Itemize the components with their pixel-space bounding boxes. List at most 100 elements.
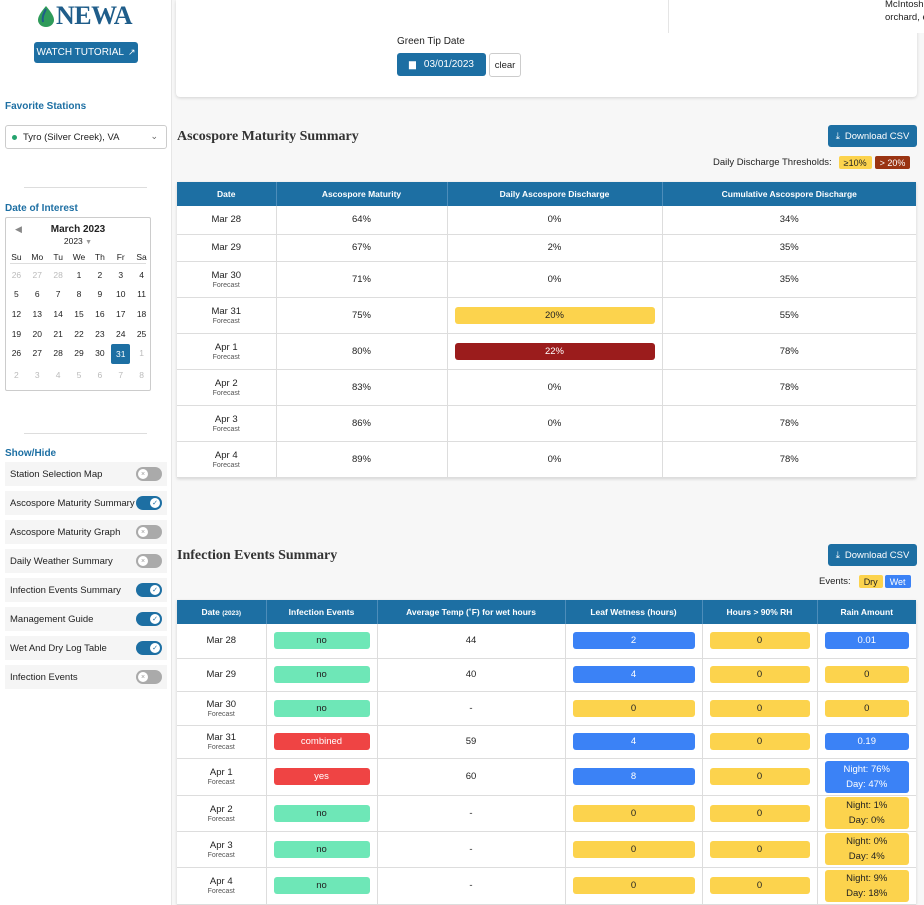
calendar-day[interactable]: 17 [110,304,131,324]
calendar-day[interactable]: 14 [48,304,69,324]
rh-hours-badge: 0 [709,840,810,858]
calendar-day[interactable]: 25 [131,324,152,344]
calendar-day[interactable]: 3 [110,265,131,285]
toggle-switch[interactable]: × [136,467,162,481]
x-icon: × [138,672,148,682]
calendar-prev-icon[interactable]: ◀ [15,224,22,235]
download-csv-button[interactable]: ⤓ Download CSV [828,125,917,147]
table-row: Apr 3 Forecast 86% 0% 78% [177,405,916,442]
cumulative-value: 34% [779,214,799,226]
leaf-wetness-badge: 0 [572,840,695,858]
forecast-label: Forecast [212,317,240,325]
calendar-day[interactable]: 28 [48,343,69,363]
calendar-day[interactable]: 9 [89,285,110,305]
calendar-day[interactable]: 20 [27,324,48,344]
newa-logo[interactable]: NEWA [36,1,133,30]
maturity-value: 80% [351,345,371,357]
calendar-day[interactable]: 27 [27,343,48,363]
calendar-day[interactable]: 23 [89,324,110,344]
calendar-day[interactable]: 2 [89,265,110,285]
toggle-switch[interactable]: ✓ [136,612,162,626]
avg-temp-value: - [469,807,473,819]
daily-discharge-badge: 22% [454,342,655,360]
col-rain-amount: Rain Amount [817,600,916,624]
rh-hours-badge: 0 [709,733,810,750]
calendar-day[interactable]: 13 [27,304,48,324]
toggle-row: Management Guide ✓ [5,607,167,631]
rain-probability-badge: Night: 1% Day: 0% [824,797,909,829]
rh-hours-badge: 0 [709,877,810,894]
calendar-day[interactable]: 4 [131,265,152,285]
row-date: Apr 3 [214,413,238,425]
forecast-label: Forecast [207,710,235,718]
date-calendar[interactable]: ◀ March 2023 2023 ▼ Su Mo Tu We Th Fr Sa 26 27 28… [5,217,151,391]
toggle-switch[interactable]: ✓ [136,641,162,655]
col-daily-discharge: Daily Ascospore Discharge [447,182,663,206]
table-row: Mar 28 64% 0% 34% [177,206,916,235]
infection-event-badge: yes [273,768,370,785]
calendar-day[interactable]: 24 [110,324,131,344]
check-icon: ✓ [150,643,160,653]
rain-probability-badge: Night: 76% Day: 47% [824,760,909,793]
daily-discharge-value: 0% [547,453,562,465]
calendar-day[interactable]: 1 [69,265,90,285]
toggle-switch[interactable]: × [136,554,162,568]
calendar-day: 28 [53,269,63,280]
calendar-icon: ▆ [409,59,416,69]
divider [24,433,147,434]
calendar-day[interactable]: 12 [6,304,27,324]
calendar-day[interactable]: 6 [27,285,48,305]
download-csv-button[interactable]: ⤓ Download CSV [828,544,917,566]
daily-discharge-badge: 20% [454,306,655,324]
cumulative-value: 55% [779,309,799,321]
calendar-day[interactable]: 26 [6,343,27,363]
avg-temp-value: - [469,843,473,855]
download-csv-label: Download CSV [844,130,910,142]
toggle-row: Ascospore Maturity Summary ✓ [5,491,167,515]
row-date: Apr 2 [214,377,238,389]
infection-event-badge: no [273,804,370,822]
watch-tutorial-label: WATCH TUTORIAL [36,47,124,58]
rain-amount-badge: 0 [824,666,909,683]
calendar-day[interactable]: 5 [6,285,27,305]
toggle-switch[interactable]: ✓ [136,583,162,597]
calendar-day[interactable]: 11 [131,285,152,305]
calendar-day[interactable]: 15 [69,304,90,324]
events-legend: Events: Dry Wet [819,575,911,588]
toggle-row: Infection Events Summary ✓ [5,578,167,602]
clear-button[interactable]: clear [489,53,521,77]
col-infection-events: Infection Events [266,600,378,624]
table-row: Mar 29 no 40 4 0 0 [177,658,916,692]
row-date: Mar 29 [206,669,237,680]
cumulative-value: 78% [779,345,799,357]
calendar-day: 2 [14,369,19,380]
calendar-day[interactable]: 22 [69,324,90,344]
calendar-day[interactable]: 19 [6,324,27,344]
calendar-day[interactable]: 21 [48,324,69,344]
green-tip-date-button[interactable]: ▆ 03/01/2023 [397,53,486,76]
toggle-switch[interactable]: × [136,670,162,684]
calendar-day[interactable]: 8 [69,285,90,305]
row-date: Mar 31 [206,732,237,743]
row-date: Mar 29 [211,242,242,253]
station-select[interactable]: Tyro (Silver Creek), VA ⌄ [5,125,167,149]
avg-temp-value: - [469,880,473,891]
calendar-day[interactable]: 18 [131,304,152,324]
calendar-day[interactable]: 7 [48,285,69,305]
watch-tutorial-button[interactable]: WATCH TUTORIAL ↗ [34,42,138,63]
calendar-day[interactable]: 16 [89,304,110,324]
calendar-day[interactable]: 29 [69,343,90,363]
toggle-switch[interactable]: ✓ [136,496,162,510]
avg-temp-value: 59 [465,736,477,747]
toggle-switch[interactable]: × [136,525,162,539]
forecast-label: Forecast [207,779,235,786]
calendar-day[interactable]: 30 [89,343,110,363]
external-link-icon: ↗ [127,47,136,57]
calendar-day-selected[interactable]: 31 [111,344,131,364]
calendar-day[interactable]: 10 [110,285,131,305]
rh-hours-badge: 0 [709,768,810,785]
daily-discharge-value: 0% [547,273,562,285]
table-row: Apr 4 Forecast no - 0 0 Night: 9% Day: 18% [177,867,916,905]
avg-temp-value: 44 [465,635,477,647]
calendar-year-select[interactable]: 2023 ▼ [6,236,150,246]
